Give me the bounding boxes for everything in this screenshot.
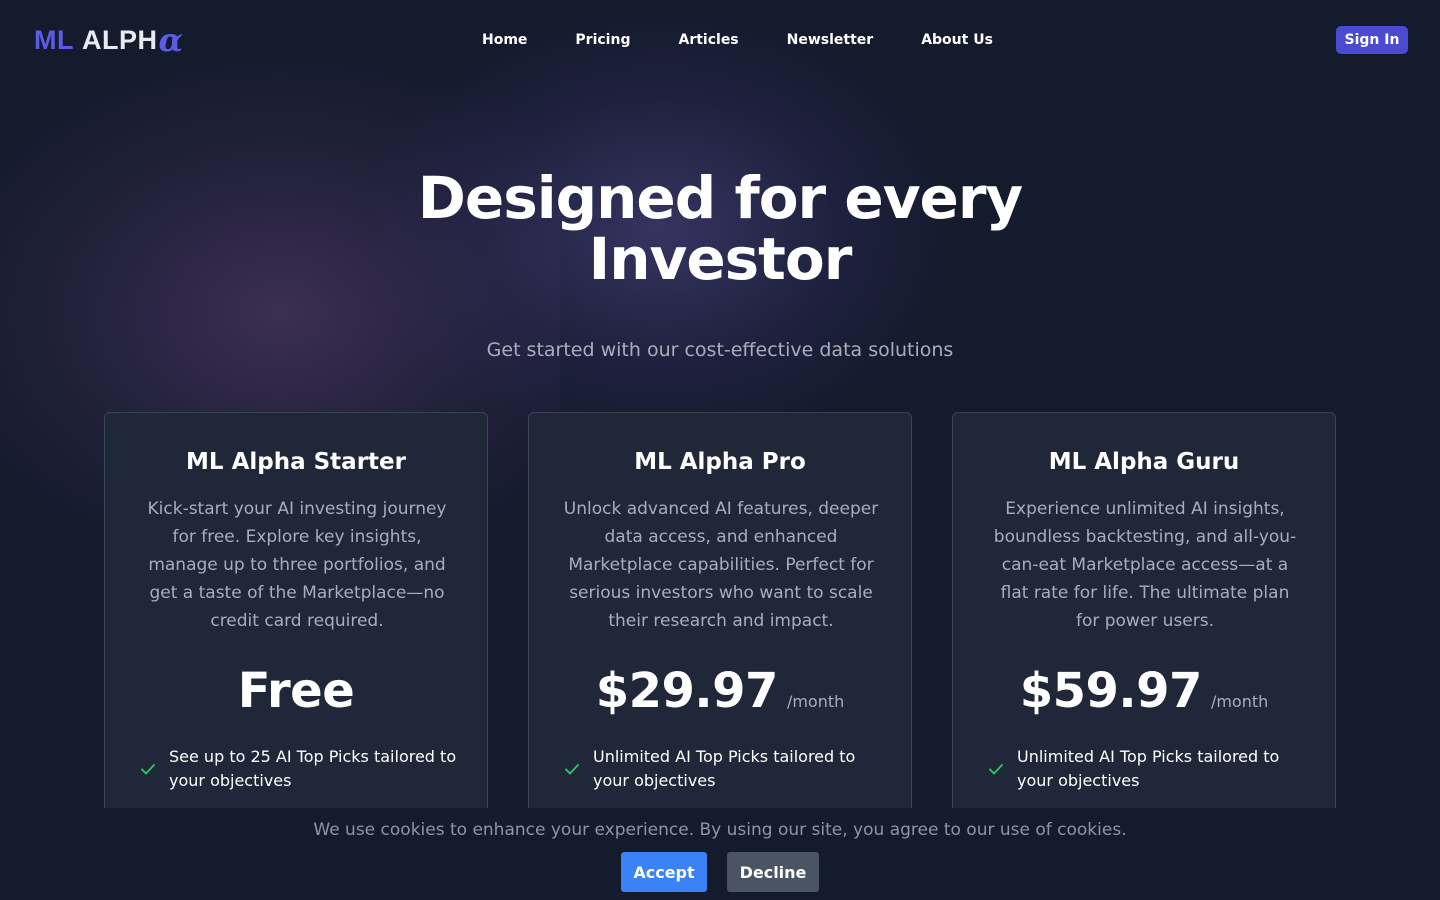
plan-card-guru: ML Alpha Guru Experience unlimited AI in… [952, 412, 1336, 832]
accept-cookies-button[interactable]: Accept [621, 852, 707, 892]
plan-name: ML Alpha Pro [634, 449, 806, 475]
plan-feature: Unlimited AI Top Picks tailored to your … [987, 745, 1307, 793]
plan-name: ML Alpha Starter [186, 449, 406, 475]
hero-subtitle: Get started with our cost-effective data… [486, 339, 954, 361]
cookie-banner: We use cookies to enhance your experienc… [0, 808, 1440, 900]
check-icon [141, 764, 155, 775]
nav-articles[interactable]: Articles [678, 30, 738, 50]
plan-name: ML Alpha Guru [1048, 449, 1240, 475]
plan-feature-text: See up to 25 AI Top Picks tailored to yo… [169, 747, 457, 790]
hero-title: Designed for every Investor [370, 168, 1070, 290]
plan-feature-text: Unlimited AI Top Picks tailored to your … [1017, 747, 1280, 790]
plan-description: Experience unlimited AI insights, boundl… [993, 499, 1297, 631]
plan-price: $59.97 [1019, 663, 1203, 719]
nav-pricing[interactable]: Pricing [575, 30, 630, 50]
hero-title-line-2: Investor [588, 225, 853, 293]
plan-card-pro: ML Alpha Pro Unlock advanced AI features… [528, 412, 912, 832]
plan-card-starter: ML Alpha Starter Kick-start your AI inve… [104, 412, 488, 832]
plan-feature-text: Unlimited AI Top Picks tailored to your … [593, 747, 856, 790]
plan-description: Unlock advanced AI features, deeper data… [563, 499, 879, 631]
plan-feature: See up to 25 AI Top Picks tailored to yo… [139, 745, 459, 793]
nav-newsletter[interactable]: Newsletter [787, 30, 874, 50]
nav-about-us[interactable]: About Us [921, 30, 993, 50]
plan-price: $29.97 [595, 663, 779, 719]
nav-home[interactable]: Home [482, 30, 527, 50]
plan-price-row: $29.97 /month [529, 661, 911, 721]
check-icon [989, 764, 1003, 775]
plan-description: Kick-start your AI investing journey for… [147, 499, 447, 631]
plan-price-row: Free [105, 661, 487, 721]
check-icon [565, 764, 579, 775]
site-header: ML ALPH α Home Pricing Articles Newslett… [0, 0, 1440, 80]
main-nav: Home Pricing Articles Newsletter About U… [482, 30, 993, 50]
plan-price-row: $59.97 /month [953, 661, 1335, 721]
logo-alpha-glyph: α [158, 21, 184, 59]
plan-period: /month [786, 692, 845, 711]
logo-alph-text: ALPH [81, 24, 158, 55]
plan-price: Free [237, 663, 355, 719]
sign-in-button[interactable]: Sign In [1336, 26, 1408, 54]
cookie-message: We use cookies to enhance your experienc… [313, 820, 1127, 840]
hero-title-line-1: Designed for every [417, 164, 1024, 232]
logo-ml-text: ML [34, 24, 74, 55]
pricing-page: ML ALPH α Home Pricing Articles Newslett… [0, 0, 1440, 900]
decline-cookies-button[interactable]: Decline [727, 852, 819, 892]
plan-period: /month [1210, 692, 1269, 711]
ml-alpha-logo[interactable]: ML ALPH α [34, 24, 184, 56]
plan-feature: Unlimited AI Top Picks tailored to your … [563, 745, 883, 793]
